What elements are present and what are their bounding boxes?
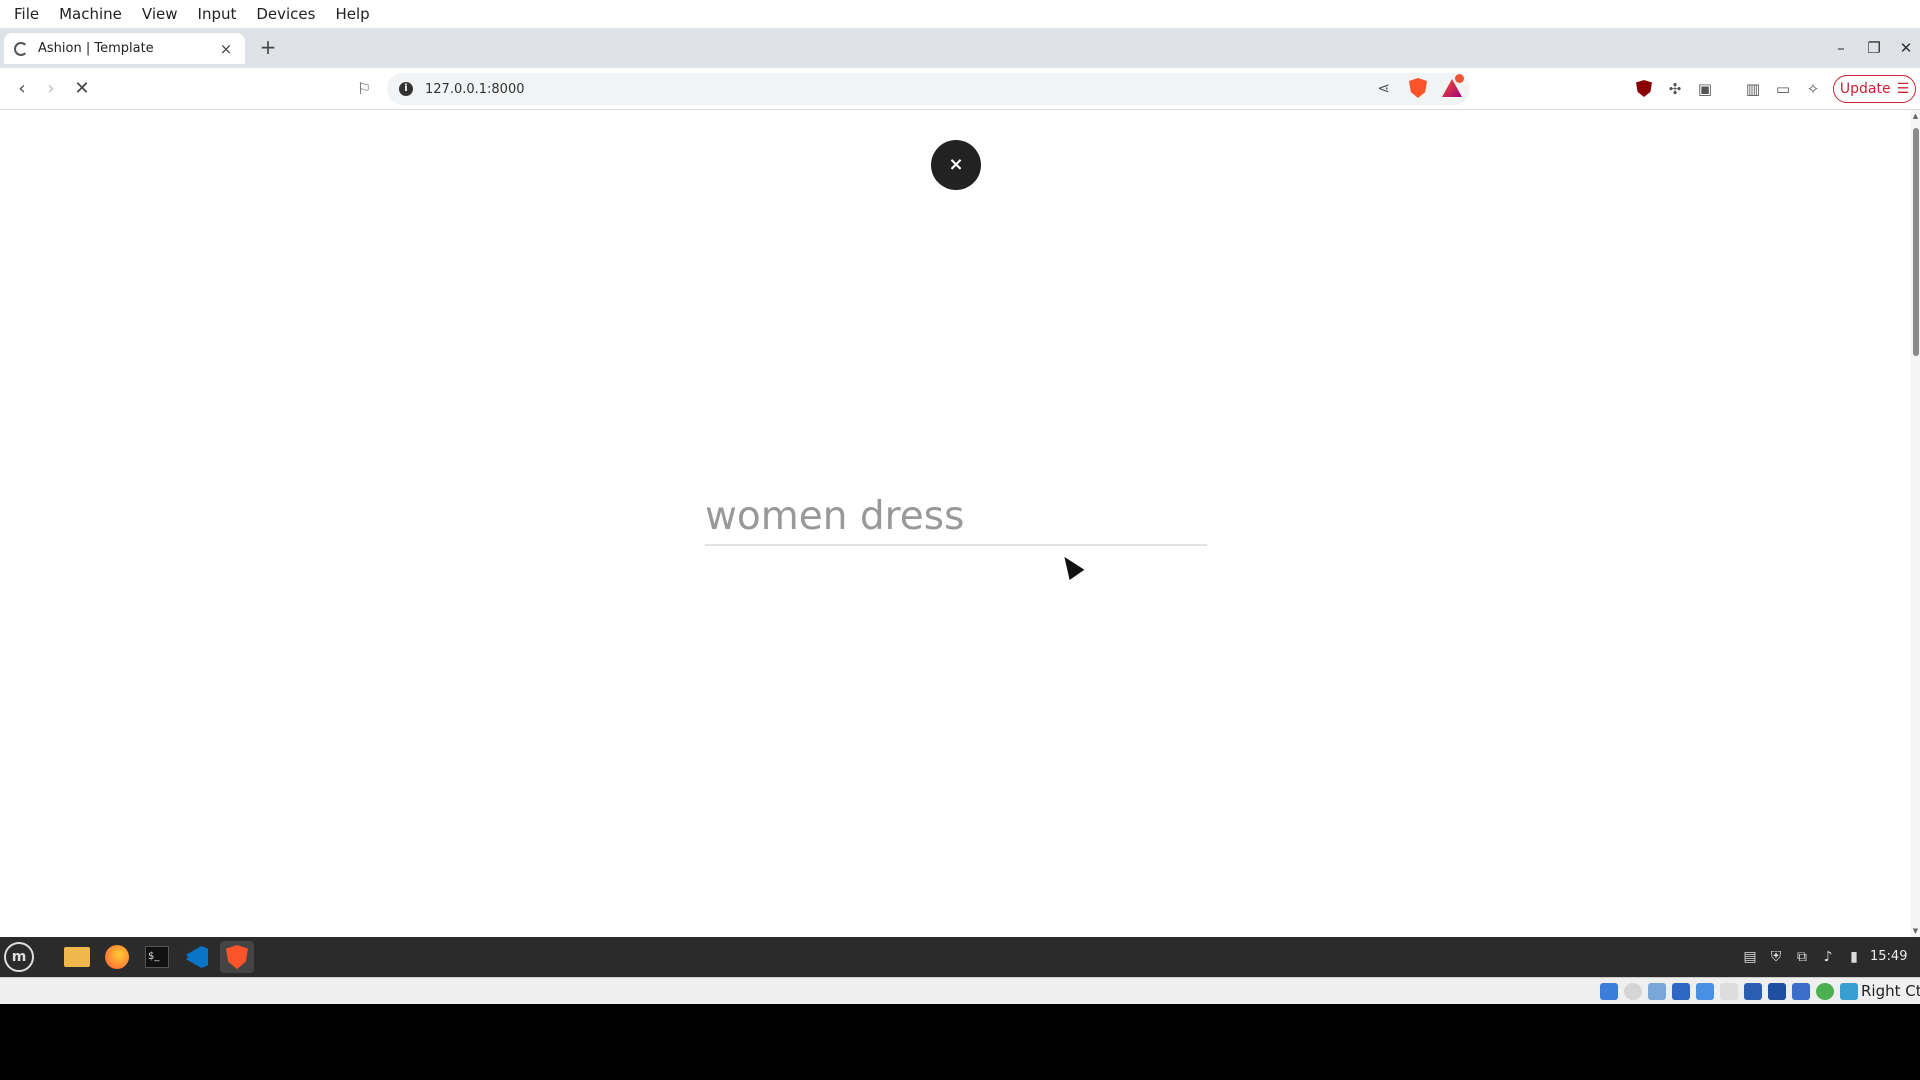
brave-shields-icon[interactable] [1409,78,1427,98]
terminal-icon[interactable]: $_ [140,941,174,973]
loading-spinner-icon [14,41,28,56]
host-key-label: Right Ctrl [1861,982,1920,1000]
address-bar[interactable]: i 127.0.0.1:8000 ⋖ [387,73,1470,105]
menu-devices[interactable]: Devices [248,5,323,23]
menu-input[interactable]: Input [190,5,245,23]
system-tray: ▤ ⛨ ⧉ ♪ ▮ [1737,937,1867,977]
tab-ashion[interactable]: Ashion | Template × [4,33,245,64]
extensions-icon[interactable]: ✣ [1664,78,1686,100]
forward-button[interactable]: › [39,77,63,101]
restore-button[interactable]: ❐ [1862,36,1886,60]
update-button[interactable]: Update ☰ [1833,75,1916,103]
audio-icon[interactable] [1648,983,1666,1000]
menu-file[interactable]: File [6,5,47,23]
shared-folder-icon[interactable] [1720,983,1738,1000]
window-close-button[interactable]: ✕ [1894,36,1918,60]
brave-icon[interactable] [220,941,254,973]
page-viewport: × ▲ ▼ [0,110,1920,937]
menu-help[interactable]: Help [327,5,377,23]
clipboard-icon[interactable]: ▤ [1737,949,1763,965]
storage-icon[interactable] [1600,983,1618,1000]
search-close-button[interactable]: × [931,140,981,190]
menu-view[interactable]: View [134,5,186,23]
url-text[interactable]: 127.0.0.1:8000 [425,82,525,97]
battery-icon[interactable]: ▮ [1841,949,1867,965]
scroll-up-icon[interactable]: ▲ [1911,112,1920,120]
network-icon[interactable]: ⧉ [1789,949,1815,965]
display-icon[interactable] [1744,983,1762,1000]
taskbar: m $_ ▤ ⛨ ⧉ ♪ ▮ 15:49 [0,937,1920,977]
keyboard-icon[interactable] [1840,983,1858,1000]
optical-drive-icon[interactable] [1624,983,1642,1000]
sidebar-icon[interactable]: ▥ [1742,78,1764,100]
vm-menubar: File Machine View Input Devices Help [0,0,1920,28]
clock[interactable]: 15:49 [1870,937,1907,977]
menu-icon[interactable]: m [4,942,34,972]
menu-hamburger-icon: ☰ [1896,81,1910,97]
firefox-icon[interactable] [100,941,134,973]
scrollbar-thumb[interactable] [1913,128,1919,356]
share-icon[interactable]: ⋖ [1377,79,1390,97]
new-tab-button[interactable]: + [256,36,280,60]
vscode-icon[interactable] [180,941,214,973]
stop-button[interactable]: ✕ [70,77,94,101]
files-icon[interactable] [60,941,94,973]
tab-title: Ashion | Template [38,41,154,56]
network-adapter-icon[interactable] [1672,983,1690,1000]
search-input[interactable] [705,490,1207,542]
usb-icon[interactable] [1696,983,1714,1000]
bookmark-icon[interactable]: ⚐ [352,77,376,101]
mouse-integration-icon[interactable] [1816,983,1834,1000]
leo-ai-icon[interactable]: ✧ [1802,78,1824,100]
menu-machine[interactable]: Machine [51,5,130,23]
scroll-down-icon[interactable]: ▼ [1911,927,1920,935]
volume-icon[interactable]: ♪ [1815,949,1841,965]
shield-icon[interactable]: ⛨ [1763,949,1789,965]
browser-window: Ashion | Template × + – ❐ ✕ ‹ › ✕ ⚐ i 12… [0,28,1920,937]
wallet-icon[interactable]: ▭ [1772,78,1794,100]
back-button[interactable]: ‹ [10,77,34,101]
rewards-badge [1455,74,1464,83]
tab-close-icon[interactable]: × [217,40,235,58]
search-field [705,490,1207,546]
update-label: Update [1839,81,1891,97]
cpu-icon[interactable] [1792,983,1810,1000]
mouse-cursor-icon [1057,551,1085,581]
vm-status-bar: Right Ctrl [0,977,1920,1004]
site-info-icon[interactable]: i [399,82,413,96]
minimize-button[interactable]: – [1829,36,1853,60]
browser-toolbar: ‹ › ✕ ⚐ i 127.0.0.1:8000 ⋖ ✣ ▣ ▥ ▭ ✧ Upd… [0,68,1920,110]
page-scrollbar[interactable]: ▲ ▼ [1911,110,1920,937]
recording-icon[interactable] [1768,983,1786,1000]
extension-box-icon[interactable]: ▣ [1694,78,1716,100]
screen: File Machine View Input Devices Help Ash… [0,0,1920,1080]
ublock-icon[interactable] [1636,80,1652,97]
tab-strip: Ashion | Template × + – ❐ ✕ [0,28,1920,68]
